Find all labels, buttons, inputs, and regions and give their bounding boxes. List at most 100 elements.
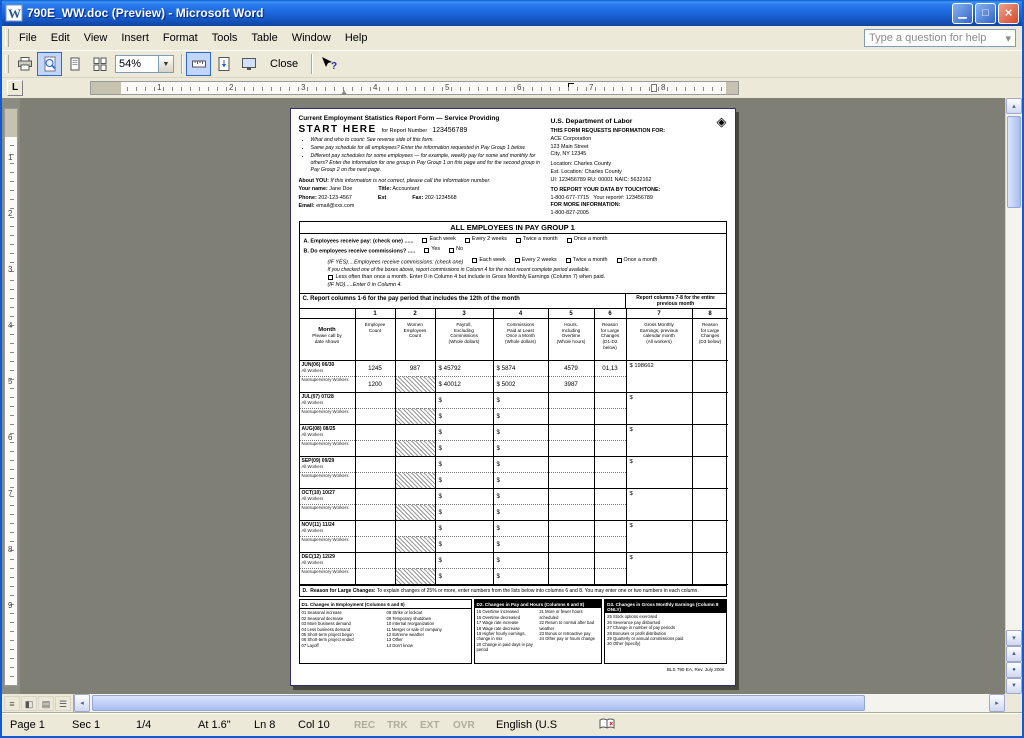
section-d-bold: Reason for Large Changes:: [310, 588, 375, 594]
vertical-scroll-track[interactable]: [1006, 114, 1022, 630]
fax-value: 202-1234568: [425, 195, 457, 201]
web-layout-view-button[interactable]: ◧: [21, 696, 37, 711]
commissions-note: If you checked one of the boxes above, r…: [328, 267, 722, 274]
window-controls: ▁ □ ×: [952, 3, 1019, 24]
all-workers-label: All Workers: [302, 400, 353, 405]
tab-selector[interactable]: L: [7, 80, 23, 96]
right-indent-marker[interactable]: [651, 84, 657, 92]
checkbox-option: Once a month: [567, 236, 608, 244]
checkbox: [516, 238, 521, 243]
status-toggle-trk[interactable]: TRK: [387, 720, 420, 731]
next-page-button[interactable]: ▼: [1006, 678, 1022, 694]
nonsupervisory-value: $: [436, 408, 493, 424]
nonsupervisory-value: [396, 504, 435, 520]
menu-insert[interactable]: Insert: [114, 28, 156, 48]
menu-view[interactable]: View: [77, 28, 115, 48]
month-cell: JUL(07) 07/28All WorkersNonsupervisory W…: [300, 393, 356, 425]
print-layout-view-button[interactable]: ▤: [38, 696, 54, 711]
menu-items: FileEditViewInsertFormatToolsTableWindow…: [12, 32, 374, 44]
nonsupervisory-value: [356, 472, 395, 488]
horizontal-scroll-thumb[interactable]: [92, 695, 865, 711]
all-workers-value: $: [436, 457, 493, 472]
section-b-row: B. Do employees receive commissions? ...…: [304, 246, 722, 256]
nonsupervisory-value: [549, 536, 594, 552]
dol-logo-icon: ◈: [717, 115, 727, 128]
outline-view-button[interactable]: ☰: [55, 696, 71, 711]
data-cell-col3: $$: [436, 425, 494, 457]
menu-format[interactable]: Format: [156, 28, 205, 48]
view-buttons: ≡ ◧ ▤ ☰: [2, 694, 74, 712]
status-toggle-rec[interactable]: REC: [354, 720, 387, 731]
pay-group-header: ALL EMPLOYEES IN PAY GROUP 1: [299, 221, 727, 234]
question-dropdown-arrow[interactable]: ▾: [1005, 32, 1011, 45]
nonsupervisory-value: [396, 440, 435, 456]
svg-text:W: W: [8, 6, 21, 21]
fax-label: Fax:: [412, 195, 423, 201]
magnifier-button[interactable]: [37, 52, 62, 76]
h-ruler-number: 3: [301, 83, 305, 92]
horizontal-scroll-track[interactable]: [90, 694, 989, 712]
scroll-down-button[interactable]: ▾: [1006, 630, 1022, 646]
normal-view-button[interactable]: ≡: [4, 696, 20, 711]
tab-stop-marker[interactable]: [568, 83, 574, 87]
menu-file[interactable]: File: [12, 28, 44, 48]
menu-tools[interactable]: Tools: [205, 28, 245, 48]
menu-table[interactable]: Table: [244, 28, 284, 48]
first-line-indent-marker[interactable]: [341, 90, 347, 95]
instruction-bullet: Same pay schedule for all employees? Ent…: [311, 145, 545, 152]
month-cell-top: NOV(11) 11/24All Workers: [300, 521, 355, 536]
all-workers-label: All Workers: [302, 464, 353, 469]
data-cell-col5: [549, 489, 595, 521]
shrink-to-fit-button[interactable]: [211, 52, 236, 76]
column-number: 7: [627, 309, 693, 319]
scroll-up-button[interactable]: ▴: [1006, 98, 1022, 114]
status-toggles: RECTRKEXTOVR: [354, 719, 486, 731]
nonsupervisory-value: $: [494, 504, 548, 520]
document-page[interactable]: Current Employment Statistics Report For…: [290, 108, 736, 686]
menubar-grip[interactable]: [5, 29, 9, 47]
view-ruler-button[interactable]: [186, 52, 211, 76]
status-toggle-ext[interactable]: EXT: [420, 720, 453, 731]
one-page-button[interactable]: [62, 52, 87, 76]
email-label: Email:: [299, 203, 315, 209]
toolbar-separator: [181, 54, 182, 74]
checkbox-label: Each week: [429, 236, 455, 244]
maximize-button[interactable]: □: [975, 3, 996, 24]
vertical-scrollbar[interactable]: ▴ ▾ ▲ ● ▼: [1005, 98, 1022, 694]
zoom-value-field[interactable]: 54%: [115, 55, 159, 73]
reason-code-item: 07 Layoff: [302, 643, 384, 648]
vertical-scroll-thumb[interactable]: [1007, 116, 1021, 208]
scroll-right-button[interactable]: ▸: [989, 694, 1005, 712]
question-for-help-box[interactable]: Type a question for help ▾: [864, 29, 1016, 47]
close-window-button[interactable]: ×: [998, 3, 1019, 24]
est-location-line: Est. Location: Charles County: [551, 169, 727, 177]
close-preview-button[interactable]: Close: [261, 54, 307, 74]
month-cell: OCT(10) 10/27All WorkersNonsupervisory W…: [300, 489, 356, 521]
print-button[interactable]: [12, 52, 37, 76]
titlebar: W 790E_WW.doc (Preview) - Microsoft Word…: [2, 0, 1022, 26]
location-line: Location: Charles County: [551, 161, 727, 169]
nonsupervisory-value: [595, 536, 626, 552]
about-heading-bold: About YOU:: [299, 178, 329, 184]
full-screen-button[interactable]: [236, 52, 261, 76]
v-ruler-number: 9: [8, 601, 12, 610]
toolbar-grip[interactable]: [5, 55, 9, 73]
spelling-status-icon[interactable]: [599, 718, 615, 731]
reason-code-item: 14 Don't know: [387, 643, 469, 648]
select-browse-object-button[interactable]: ●: [1006, 662, 1022, 678]
menu-window[interactable]: Window: [285, 28, 338, 48]
previous-page-button[interactable]: ▲: [1006, 646, 1022, 662]
all-workers-value: [595, 521, 626, 536]
data-cell-col1: [356, 425, 396, 457]
context-help-button[interactable]: ?: [316, 52, 342, 76]
menu-edit[interactable]: Edit: [44, 28, 77, 48]
status-toggle-ovr[interactable]: OVR: [453, 720, 486, 731]
minimize-button[interactable]: ▁: [952, 3, 973, 24]
checkbox-label: Once a month: [574, 236, 608, 244]
less-often-label: Less often than once a month. Enter 0 in…: [336, 274, 606, 282]
zoom-dropdown-arrow[interactable]: ▼: [159, 55, 174, 73]
multiple-pages-button[interactable]: [87, 52, 112, 76]
menu-help[interactable]: Help: [338, 28, 375, 48]
all-workers-value: [595, 457, 626, 472]
scroll-left-button[interactable]: ◂: [74, 694, 90, 712]
